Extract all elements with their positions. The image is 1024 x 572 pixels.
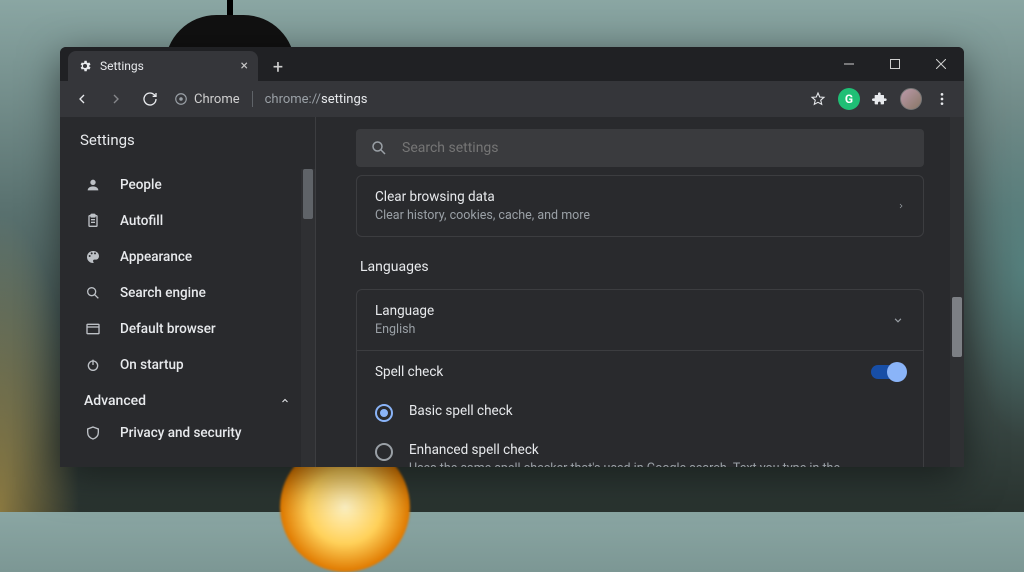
sidebar-item-on-startup[interactable]: On startup [60, 347, 315, 383]
close-window-button[interactable] [918, 47, 964, 81]
sidebar: Settings People Autofill Appearance Sear… [60, 117, 316, 467]
chevron-right-icon [897, 200, 905, 212]
tab-strip: Settings × + [60, 47, 964, 81]
sidebar-section-advanced[interactable]: Advanced [60, 383, 315, 415]
row-title: Spell check [375, 364, 443, 380]
sidebar-item-people[interactable]: People [60, 167, 315, 203]
row-subtitle: Clear history, cookies, cache, and more [375, 208, 590, 223]
radio-label: Basic spell check [409, 403, 513, 419]
profile-avatar[interactable] [900, 88, 922, 110]
person-icon [84, 177, 102, 193]
divider [252, 91, 253, 107]
clear-browsing-data-row[interactable]: Clear browsing data Clear history, cooki… [356, 175, 924, 237]
main-panel: Clear browsing data Clear history, cooki… [316, 117, 964, 467]
sidebar-item-appearance[interactable]: Appearance [60, 239, 315, 275]
sidebar-item-label: Appearance [120, 249, 192, 265]
browser-icon [84, 321, 102, 337]
row-title: Language [375, 303, 434, 319]
search-input[interactable] [402, 140, 910, 156]
new-tab-button[interactable]: + [264, 53, 292, 81]
gear-icon [78, 59, 92, 73]
sidebar-item-label: Privacy and security [120, 425, 242, 441]
row-title: Clear browsing data [375, 189, 590, 205]
sidebar-item-search-engine[interactable]: Search engine [60, 275, 315, 311]
sidebar-item-autofill[interactable]: Autofill [60, 203, 315, 239]
forward-button[interactable] [102, 85, 130, 113]
sidebar-item-label: Default browser [120, 321, 216, 337]
grammarly-extension-icon[interactable]: G [838, 88, 860, 110]
window-controls [826, 47, 964, 81]
chrome-icon [174, 92, 188, 106]
radio-basic-spell-check[interactable]: Basic spell check [357, 393, 923, 432]
omnibox-label: Chrome [194, 92, 240, 107]
chevron-down-icon [891, 313, 905, 327]
extensions-icon[interactable] [866, 85, 894, 113]
row-value: English [375, 322, 434, 337]
minimize-button[interactable] [826, 47, 872, 81]
background-glow [964, 100, 1024, 440]
clipboard-icon [84, 213, 102, 229]
chevron-up-icon [279, 395, 291, 407]
radio-description: Uses the same spell checker that's used … [409, 461, 869, 467]
power-icon [84, 357, 102, 373]
maximize-button[interactable] [872, 47, 918, 81]
toolbar: Chrome chrome://settings G [60, 81, 964, 117]
palette-icon [84, 249, 102, 265]
sidebar-item-label: Search engine [120, 285, 206, 301]
omnibox[interactable]: Chrome chrome://settings [174, 91, 367, 107]
search-icon [370, 139, 388, 157]
tab-title: Settings [100, 59, 144, 73]
omnibox-url: chrome://settings [265, 92, 368, 107]
spell-check-toggle[interactable] [871, 365, 905, 379]
browser-window: Settings × + Chrome chrome://settings G [60, 47, 964, 467]
search-icon [84, 285, 102, 301]
shield-icon [84, 425, 102, 441]
tab-settings[interactable]: Settings × [68, 51, 258, 81]
sidebar-item-label: On startup [120, 357, 184, 373]
page-title: Settings [60, 117, 315, 163]
sidebar-item-label: People [120, 177, 162, 193]
section-languages: Languages [360, 259, 920, 275]
radio-icon [375, 404, 393, 422]
language-row[interactable]: Language English [357, 290, 923, 350]
bookmark-star-icon[interactable] [804, 85, 832, 113]
sidebar-scrollbar[interactable] [301, 169, 315, 467]
sidebar-item-default-browser[interactable]: Default browser [60, 311, 315, 347]
radio-enhanced-spell-check[interactable]: Enhanced spell check Uses the same spell… [357, 432, 923, 467]
close-tab-icon[interactable]: × [241, 59, 248, 73]
search-settings[interactable] [356, 129, 924, 167]
spell-check-row: Spell check [357, 351, 923, 393]
sidebar-item-label: Autofill [120, 213, 163, 229]
menu-icon[interactable] [928, 85, 956, 113]
sidebar-item-privacy[interactable]: Privacy and security [60, 415, 315, 451]
reload-button[interactable] [136, 85, 164, 113]
radio-icon [375, 443, 393, 461]
content-scrollbar[interactable] [950, 117, 964, 467]
back-button[interactable] [68, 85, 96, 113]
radio-label: Enhanced spell check [409, 442, 869, 458]
sidebar-section-label: Advanced [84, 393, 146, 409]
